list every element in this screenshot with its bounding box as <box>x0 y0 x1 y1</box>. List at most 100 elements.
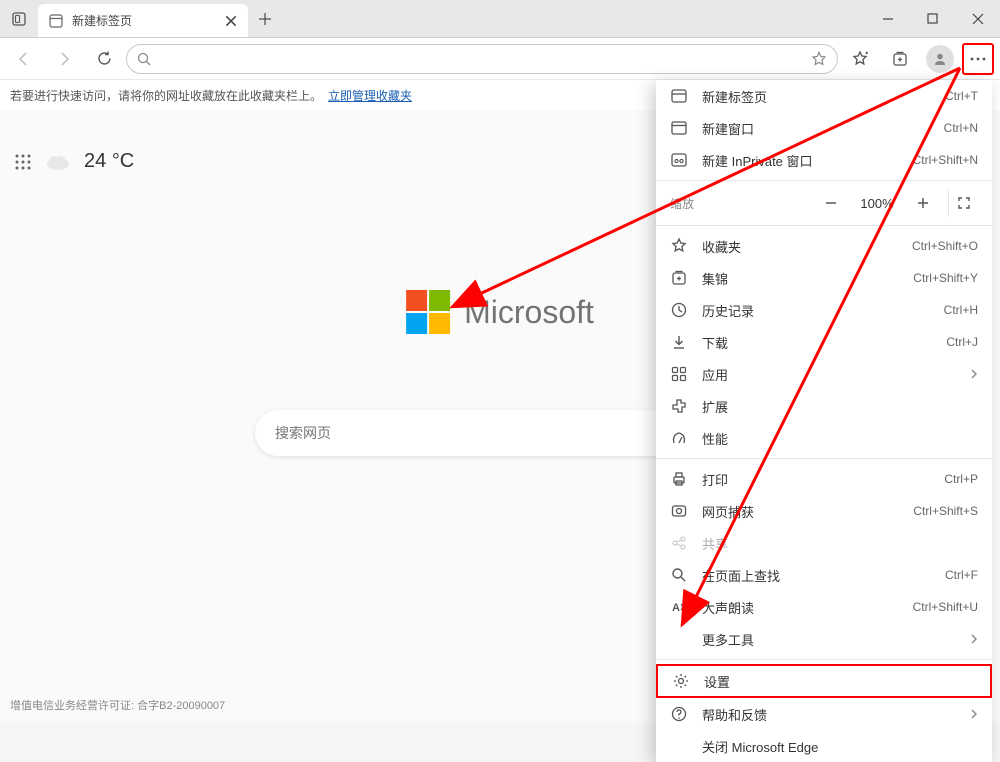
menu-item-new-window[interactable]: 新建窗口Ctrl+N <box>656 112 992 144</box>
minimize-icon <box>882 13 894 25</box>
menu-separator <box>656 225 992 226</box>
search-icon <box>137 52 151 66</box>
menu-item-find[interactable]: 在页面上查找Ctrl+F <box>656 559 992 591</box>
back-button <box>6 43 42 75</box>
menu-item-close-edge[interactable]: 关闭 Microsoft Edge <box>656 730 992 762</box>
profile-button[interactable] <box>922 43 958 75</box>
menu-item-collections[interactable]: 集锦Ctrl+Shift+Y <box>656 262 992 294</box>
menu-item-more-tools[interactable]: 更多工具 <box>656 623 992 655</box>
menu-item-new-tab[interactable]: 新建标签页 Ctrl+T <box>656 80 992 112</box>
close-window-button[interactable] <box>955 0 1000 37</box>
forward-icon <box>55 50 73 68</box>
more-menu-button[interactable] <box>962 43 994 75</box>
tab-title: 新建标签页 <box>72 12 216 29</box>
menu-item-share: 共享 <box>656 527 992 559</box>
menu-item-settings[interactable]: 设置 <box>656 664 992 698</box>
menu-item-label: 在页面上查找 <box>702 566 931 585</box>
chevron-right-icon <box>970 633 978 645</box>
close-icon <box>972 13 984 25</box>
maximize-button[interactable] <box>910 0 955 37</box>
menu-item-label: 历史记录 <box>702 301 930 320</box>
menu-shortcut: Ctrl+Shift+Y <box>913 271 978 285</box>
tab-close-button[interactable] <box>224 14 238 28</box>
menu-separator <box>656 458 992 459</box>
chevron-right-icon <box>970 708 978 720</box>
menu-zoom-row: 缩放100% <box>656 185 992 221</box>
perf-icon <box>670 429 688 447</box>
temperature-value: 24 °C <box>84 150 134 173</box>
more-horizontal-icon <box>970 57 986 61</box>
weather-widget[interactable]: 24 °C <box>14 150 134 173</box>
tab-actions-icon <box>11 11 27 27</box>
gear-icon <box>672 672 690 690</box>
download-icon <box>670 333 688 351</box>
menu-item-label: 新建标签页 <box>702 87 931 106</box>
zoom-in-button[interactable] <box>908 189 938 217</box>
apps-icon <box>670 365 688 383</box>
address-bar[interactable] <box>126 44 838 74</box>
blank-icon <box>670 630 688 648</box>
menu-shortcut: Ctrl+Shift+N <box>913 153 978 167</box>
menu-item-label: 共享 <box>702 534 978 553</box>
menu-shortcut: Ctrl+T <box>945 89 978 103</box>
apps-grid-icon[interactable] <box>14 153 32 171</box>
forward-button <box>46 43 82 75</box>
menu-item-capture[interactable]: 网页捕获Ctrl+Shift+S <box>656 495 992 527</box>
menu-item-apps[interactable]: 应用 <box>656 358 992 390</box>
menu-item-label: 关闭 Microsoft Edge <box>702 737 978 756</box>
collections-icon <box>891 50 909 68</box>
menu-shortcut: Ctrl+H <box>944 303 978 317</box>
menu-item-label: 更多工具 <box>702 630 956 649</box>
read-icon: A <box>670 598 688 616</box>
star-plus-icon <box>851 50 869 68</box>
menu-shortcut: Ctrl+Shift+O <box>912 239 978 253</box>
menu-item-label: 打印 <box>702 470 930 489</box>
menu-separator <box>656 180 992 181</box>
fullscreen-button[interactable] <box>948 189 978 217</box>
favorites-bar-text: 若要进行快速访问，请将你的网址收藏放在此收藏夹栏上。 <box>10 87 322 104</box>
page-icon <box>48 13 64 29</box>
menu-item-label: 新建 InPrivate 窗口 <box>702 151 899 170</box>
menu-item-help[interactable]: 帮助和反馈 <box>656 698 992 730</box>
microsoft-logo-text: Microsoft <box>464 294 594 331</box>
new-tab-button[interactable] <box>248 0 282 37</box>
zoom-out-button[interactable] <box>816 189 846 217</box>
menu-item-label: 下载 <box>702 333 932 352</box>
menu-item-downloads[interactable]: 下载 Ctrl+J <box>656 326 992 358</box>
back-icon <box>15 50 33 68</box>
menu-shortcut: Ctrl+J <box>946 335 978 349</box>
refresh-button[interactable] <box>86 43 122 75</box>
menu-item-performance[interactable]: 性能 <box>656 422 992 454</box>
fullscreen-icon <box>957 196 971 210</box>
collections-button[interactable] <box>882 43 918 75</box>
titlebar-drag-area <box>282 0 865 37</box>
menu-separator <box>656 659 992 660</box>
menu-item-favorites[interactable]: 收藏夹Ctrl+Shift+O <box>656 230 992 262</box>
minus-icon <box>824 196 838 210</box>
tab-actions-button[interactable] <box>0 0 38 37</box>
menu-item-extensions[interactable]: 扩展 <box>656 390 992 422</box>
favorites-button[interactable] <box>842 43 878 75</box>
address-input[interactable] <box>159 51 803 66</box>
inprivate-icon <box>670 151 688 169</box>
menu-item-new-inprivate[interactable]: 新建 InPrivate 窗口 Ctrl+Shift+N <box>656 144 992 176</box>
find-icon <box>670 566 688 584</box>
menu-item-history[interactable]: 历史记录 Ctrl+H <box>656 294 992 326</box>
favorite-star-button[interactable] <box>811 51 827 67</box>
settings-menu: 新建标签页 Ctrl+T 新建窗口Ctrl+N 新建 InPrivate 窗口 Ctrl… <box>656 80 992 762</box>
browser-tab[interactable]: 新建标签页 <box>38 4 248 37</box>
history-icon <box>670 301 688 319</box>
menu-item-label: 网页捕获 <box>702 502 899 521</box>
plus-icon <box>916 196 930 210</box>
menu-item-print[interactable]: 打印Ctrl+P <box>656 463 992 495</box>
menu-item-label: 大声朗读 <box>702 598 899 617</box>
collections-icon <box>670 269 688 287</box>
license-footer: 增值电信业务经营许可证: 合字B2-20090007 <box>10 697 225 713</box>
manage-favorites-link[interactable]: 立即管理收藏夹 <box>328 87 412 104</box>
minimize-button[interactable] <box>865 0 910 37</box>
share-icon <box>670 534 688 552</box>
microsoft-logo-icon <box>406 290 450 334</box>
refresh-icon <box>96 50 113 67</box>
menu-item-read-aloud[interactable]: A大声朗读Ctrl+Shift+U <box>656 591 992 623</box>
menu-item-label: 性能 <box>702 429 978 448</box>
